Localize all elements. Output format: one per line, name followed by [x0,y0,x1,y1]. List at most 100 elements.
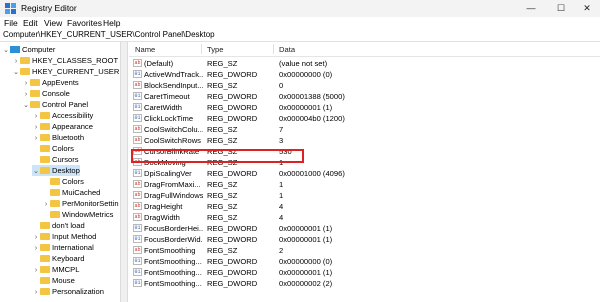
tree-node[interactable]: › Console [22,88,70,99]
tree-node[interactable]: WindowMetrics [42,209,113,220]
menu-bar: File Edit View Favorites Help [0,17,600,29]
chevron-right-icon[interactable]: › [32,287,40,298]
value-data: 4 [279,213,284,222]
value-row[interactable]: ab (Default) REG_SZ (value not set) [129,58,600,69]
value-data: 1 [279,158,284,167]
address-bar[interactable]: Computer\HKEY_CURRENT_USER\Control Panel… [0,29,600,42]
value-data: 3 [279,136,284,145]
chevron-down-icon[interactable]: ⌄ [22,100,30,111]
value-row[interactable]: 01 DpiScalingVer REG_DWORD 0x00001000 (4096… [129,168,600,179]
tree-node[interactable]: › Input Method [32,231,97,242]
tree-node[interactable]: › Appearance [32,121,93,132]
value-name: CaretWidth [144,103,182,112]
folder-icon [50,199,60,207]
value-row[interactable]: 01 FocusBorderHei... REG_DWORD 0x00000001 (… [129,223,600,234]
value-name-cell: 01 FocusBorderHei... [133,223,203,234]
menu-view[interactable]: View [44,18,62,28]
tree-node[interactable]: Mouse [32,275,75,286]
menu-favorites[interactable]: Favorites [67,18,102,28]
tree-node[interactable]: › AppEvents [22,77,79,88]
tree-node[interactable]: › PerMonitorSettin [42,198,119,209]
tree-node[interactable]: Keyboard [32,253,85,264]
value-row[interactable]: ab CoolSwitchRows REG_SZ 3 [129,135,600,146]
tree-node[interactable]: › Personalization [32,286,104,297]
key-tree-pane[interactable]: ⌄ Computer › HKEY_CLASSES_ROOT ⌄ HKEY_CURRENT… [0,42,120,302]
menu-edit[interactable]: Edit [23,18,38,28]
folder-icon [40,155,50,163]
value-row[interactable]: 01 FontSmoothing... REG_DWORD 0x00000002 (2… [129,278,600,289]
value-row[interactable]: 01 FontSmoothing... REG_DWORD 0x00000001 (1… [129,267,600,278]
value-row[interactable]: 01 CaretWidth REG_DWORD 0x00000001 (1) [129,102,600,113]
column-header-type[interactable]: Type [207,45,223,54]
tree-node[interactable]: › HKEY_CLASSES_ROOT [12,55,118,66]
tree-node-label: Keyboard [52,254,85,263]
tree-node[interactable]: Colors [32,143,74,154]
minimize-button[interactable]: — [516,0,546,17]
value-row[interactable]: 01 ClickLockTime REG_DWORD 0x000004b0 (1200… [129,113,600,124]
tree-node[interactable]: MuiCached [42,187,100,198]
pane-splitter[interactable] [120,42,128,302]
menu-file[interactable]: File [4,18,18,28]
tree-node[interactable]: › Bluetooth [32,132,84,143]
tree-node[interactable]: ⌄ Control Panel [22,99,88,110]
value-type: REG_SZ [207,180,238,189]
tree-node-label: don't load [52,221,85,230]
value-row[interactable]: ab FontSmoothing REG_SZ 2 [129,245,600,256]
value-data: 1 [279,191,284,200]
value-row[interactable]: ab BlockSendInput... REG_SZ 0 [129,80,600,91]
value-row[interactable]: 01 FontSmoothing... REG_DWORD 0x00000000 (0… [129,256,600,267]
value-name-cell: ab FontSmoothing [133,245,203,256]
tree-node[interactable]: don't load [32,220,85,231]
tree-node[interactable]: › MMCPL [32,264,80,275]
value-row[interactable]: 01 CaretTimeout REG_DWORD 0x00001388 (5000) [129,91,600,102]
column-divider[interactable] [273,44,274,54]
chevron-down-icon[interactable]: ⌄ [32,166,40,177]
value-name: FontSmoothing... [144,279,202,288]
string-value-icon: ab [133,180,142,188]
value-name: FontSmoothing... [144,257,202,266]
address-path[interactable]: Computer\HKEY_CURRENT_USER\Control Panel… [3,30,215,39]
chevron-down-icon[interactable]: ⌄ [12,67,20,78]
value-type: REG_DWORD [207,235,258,244]
menu-help[interactable]: Help [103,18,120,28]
column-divider[interactable] [201,44,202,54]
tree-node[interactable]: ⌄ HKEY_CURRENT_USER [12,66,119,77]
value-data: 0 [279,81,284,90]
value-row[interactable]: ab DragFullWindows REG_SZ 1 [129,190,600,201]
tree-node-label: Bluetooth [52,133,85,142]
value-row[interactable]: ab DragHeight REG_SZ 4 [129,201,600,212]
tree-node[interactable]: Colors [42,176,84,187]
binary-value-icon: 01 [133,92,142,100]
computer-icon [10,45,20,53]
binary-value-icon: 01 [133,268,142,276]
chevron-down-icon[interactable]: ⌄ [2,45,10,56]
value-name: DragFromMaxi... [144,180,201,189]
value-row[interactable]: ab DragWidth REG_SZ 4 [129,212,600,223]
tree-node-label: Colors [52,144,74,153]
value-type: REG_SZ [207,202,238,211]
folder-icon [40,122,50,130]
folder-icon [40,254,50,262]
value-data: 7 [279,125,284,134]
tree-node[interactable]: Cursors [32,154,79,165]
value-row[interactable]: ab DragFromMaxi... REG_SZ 1 [129,179,600,190]
tree-node[interactable]: › Accessibility [32,110,94,121]
close-button[interactable]: ✕ [572,0,600,17]
column-header-data[interactable]: Data [279,45,295,54]
tree-node[interactable]: › International [32,242,94,253]
folder-icon [40,133,50,141]
value-type: REG_DWORD [207,279,258,288]
folder-icon [40,287,50,295]
value-row[interactable]: 01 ActiveWndTrack... REG_DWORD 0x00000000 (… [129,69,600,80]
column-header-name[interactable]: Name [135,45,155,54]
value-data: 0x00000001 (1) [279,224,333,233]
highlight-box [131,149,304,163]
tree-node[interactable]: ⌄ Desktop [32,165,80,176]
value-name-cell: ab DragHeight [133,201,203,212]
tree-node[interactable]: ⌄ Computer [2,44,55,55]
values-list-pane[interactable]: Name Type Data ab (Default) REG_SZ (value n… [129,42,600,302]
value-name-cell: ab (Default) [133,58,203,69]
value-row[interactable]: ab CoolSwitchColu... REG_SZ 7 [129,124,600,135]
value-row[interactable]: 01 FocusBorderWid... REG_DWORD 0x00000001 (… [129,234,600,245]
value-type: REG_SZ [207,136,238,145]
